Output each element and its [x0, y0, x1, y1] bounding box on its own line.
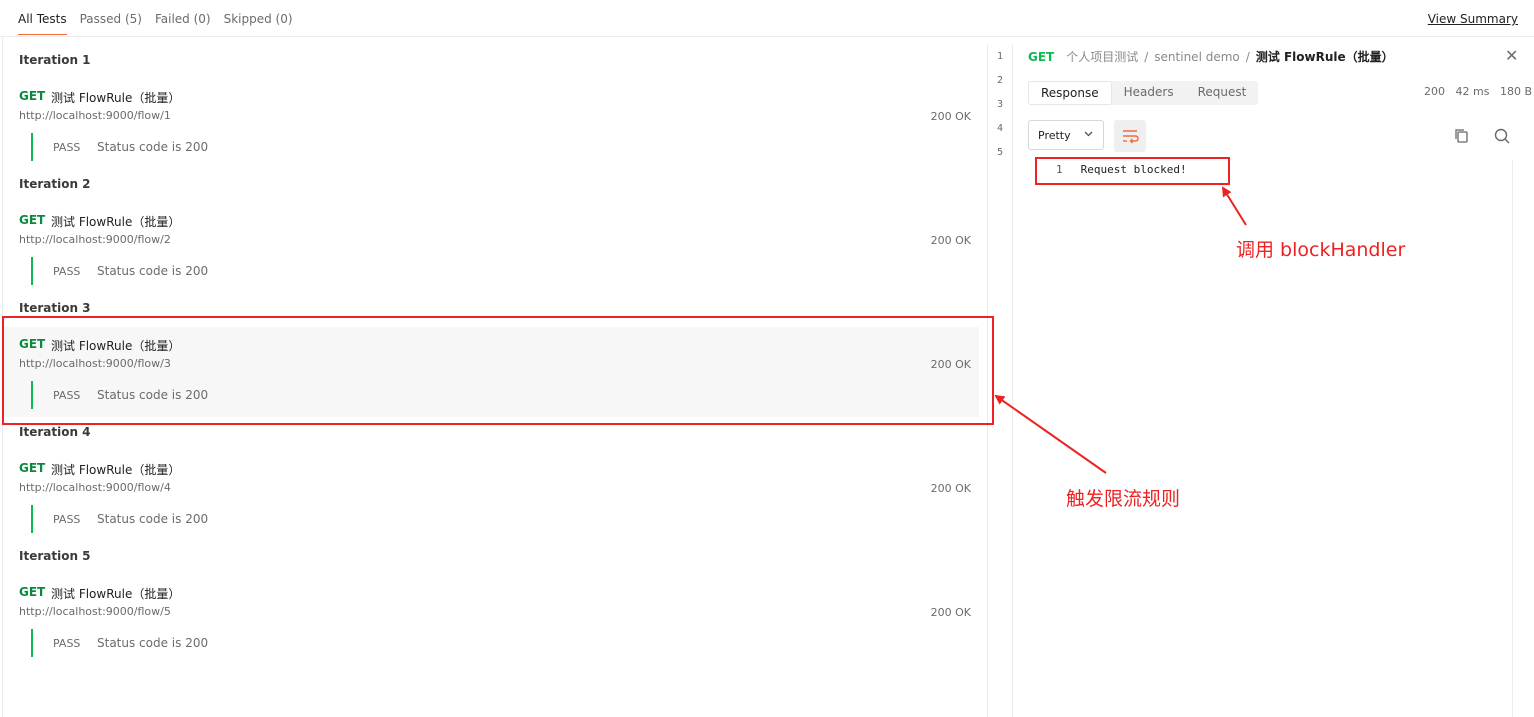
annotation-blockhandler-text: 调用 blockHandler [1236, 239, 1406, 261]
annotation-arrow-flowrule [994, 394, 1107, 474]
annotation-arrow-blockhandler [1221, 186, 1247, 226]
annotation-arrows [994, 186, 1247, 474]
annotation-flowrule-text: 触发限流规则 [1066, 488, 1181, 510]
